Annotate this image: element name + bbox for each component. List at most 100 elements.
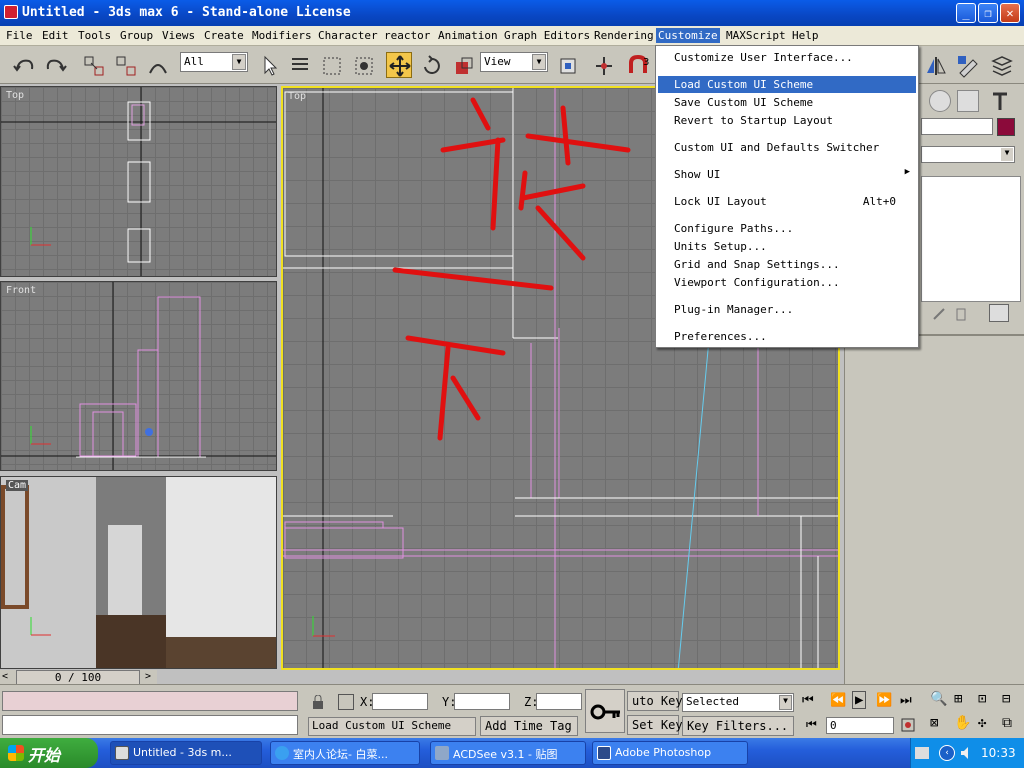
pivot-center-icon[interactable] xyxy=(554,52,580,78)
window-crossing-icon[interactable] xyxy=(350,52,376,78)
menu-tools[interactable]: Tools xyxy=(76,28,113,43)
select-object-icon[interactable] xyxy=(256,52,282,78)
modifier-list-dropdown[interactable]: ▼ xyxy=(921,146,1015,163)
viewport-front[interactable]: Front xyxy=(0,281,277,471)
add-time-tag-button[interactable]: Add Time Tag xyxy=(480,716,578,736)
unlink-selection-icon[interactable] xyxy=(112,52,138,78)
menu-customize[interactable]: Customize xyxy=(656,28,720,43)
key-mode-toggle-icon[interactable]: ⏮ xyxy=(806,717,817,732)
y-coord-field[interactable] xyxy=(454,693,510,710)
arc-rotate-icon[interactable]: ✣ xyxy=(978,715,986,731)
time-slider-prev-icon[interactable]: < xyxy=(2,671,8,682)
menu-modifiers[interactable]: Modifiers xyxy=(250,28,314,43)
viewport-label[interactable]: Cam xyxy=(6,480,29,491)
menu-maxscript[interactable]: MAXScript xyxy=(724,28,788,43)
maxscript-input[interactable] xyxy=(2,715,298,735)
pan-icon[interactable]: ✋ xyxy=(954,715,971,731)
menu-item-plugin-manager[interactable]: Plug-in Manager... xyxy=(658,301,916,318)
go-to-end-icon[interactable]: ⏭ xyxy=(900,693,912,708)
lock-selection-icon[interactable] xyxy=(312,694,324,709)
z-coord-field[interactable] xyxy=(536,693,582,710)
motion-tab-icon[interactable] xyxy=(929,90,951,112)
keyboard-icon[interactable] xyxy=(915,747,929,759)
set-key-icon[interactable] xyxy=(585,689,625,733)
zoom-icon[interactable]: 🔍 xyxy=(930,691,947,707)
reference-coordinate-dropdown[interactable]: View ▼ xyxy=(480,52,548,72)
go-to-start-icon[interactable]: ⏮ xyxy=(802,693,814,708)
mirror-icon[interactable] xyxy=(922,52,948,78)
select-and-link-icon[interactable] xyxy=(80,52,106,78)
time-slider-next-icon[interactable]: > xyxy=(145,671,151,682)
tray-expand-icon[interactable]: ‹ xyxy=(939,745,955,761)
remove-modifier-icon[interactable] xyxy=(953,306,969,322)
configure-modifier-sets-icon[interactable] xyxy=(989,304,1009,322)
task-browser[interactable]: 室内人论坛- 白菜... xyxy=(270,741,420,765)
minimize-button[interactable]: _ xyxy=(956,3,976,23)
viewport-camera[interactable]: Cam xyxy=(0,476,277,669)
current-frame-field[interactable]: 0 xyxy=(826,717,894,734)
key-filters-button[interactable]: Key Filters... xyxy=(682,716,794,736)
auto-key-button[interactable]: uto Key xyxy=(627,691,683,711)
play-icon[interactable]: ▶ xyxy=(852,691,867,709)
absolute-mode-icon[interactable] xyxy=(338,694,354,710)
restore-button[interactable]: ❐ xyxy=(978,3,998,23)
menu-help[interactable]: Help xyxy=(790,28,821,43)
menu-graph-editors[interactable]: Graph Editors xyxy=(502,28,592,43)
task-acdsee[interactable]: ACDSee v3.1 - 贴图 xyxy=(430,741,586,765)
menu-item-customize-user-interface[interactable]: Customize User Interface... xyxy=(658,49,916,66)
maximize-viewport-icon[interactable]: ⧉ xyxy=(1002,715,1012,731)
zoom-extents-icon[interactable]: ⊡ xyxy=(978,691,986,707)
menu-reactor[interactable]: reactor xyxy=(382,28,432,43)
select-by-name-icon[interactable] xyxy=(286,52,312,78)
select-and-manipulate-icon[interactable] xyxy=(590,52,616,78)
previous-frame-icon[interactable]: ⏪ xyxy=(830,693,846,708)
menu-item-load-custom-ui-scheme[interactable]: Load Custom UI Scheme xyxy=(658,76,916,93)
pin-stack-icon[interactable] xyxy=(931,306,947,322)
menu-item-lock-ui-layout[interactable]: Lock UI Layout Alt+0 xyxy=(658,193,916,210)
align-icon[interactable] xyxy=(954,52,980,78)
maxscript-listener-mini[interactable] xyxy=(2,691,298,711)
menu-file[interactable]: File xyxy=(4,28,35,43)
select-and-rotate-icon[interactable] xyxy=(418,52,444,78)
menu-item-grid-snap-settings[interactable]: Grid and Snap Settings... xyxy=(658,256,916,273)
layer-manager-icon[interactable] xyxy=(988,52,1014,78)
menu-item-configure-paths[interactable]: Configure Paths... xyxy=(658,220,916,237)
x-coord-field[interactable] xyxy=(372,693,428,710)
volume-icon[interactable] xyxy=(959,745,975,761)
rectangular-selection-icon[interactable] xyxy=(318,52,344,78)
object-name-field[interactable] xyxy=(921,118,993,135)
zoom-extents-all-icon[interactable]: ⊟ xyxy=(1002,691,1010,707)
utilities-tab-icon[interactable] xyxy=(989,90,1011,112)
zoom-all-icon[interactable]: ⊞ xyxy=(954,691,962,707)
app-icon[interactable] xyxy=(4,5,18,19)
menu-item-revert-to-startup-layout[interactable]: Revert to Startup Layout xyxy=(658,112,916,129)
close-button[interactable]: ✕ xyxy=(1000,3,1020,23)
display-tab-icon[interactable] xyxy=(957,90,979,112)
menu-character[interactable]: Character xyxy=(316,28,380,43)
object-color-swatch[interactable] xyxy=(997,118,1015,136)
menu-item-custom-ui-defaults-switcher[interactable]: Custom UI and Defaults Switcher xyxy=(658,139,916,156)
modifier-stack[interactable] xyxy=(921,176,1021,302)
redo-icon[interactable] xyxy=(42,52,68,78)
task-3dsmax[interactable]: Untitled - 3ds m... xyxy=(110,741,262,765)
task-photoshop[interactable]: Adobe Photoshop xyxy=(592,741,748,765)
menu-edit[interactable]: Edit xyxy=(40,28,71,43)
menu-group[interactable]: Group xyxy=(118,28,155,43)
time-slider-thumb[interactable]: 0 / 100 xyxy=(16,670,140,685)
menu-rendering[interactable]: Rendering xyxy=(592,28,656,43)
bind-to-space-warp-icon[interactable] xyxy=(144,52,170,78)
viewport-top-small[interactable]: Top xyxy=(0,86,277,277)
undo-icon[interactable] xyxy=(10,52,36,78)
menu-views[interactable]: Views xyxy=(160,28,197,43)
menu-item-viewport-configuration[interactable]: Viewport Configuration... xyxy=(658,274,916,291)
menu-item-save-custom-ui-scheme[interactable]: Save Custom UI Scheme xyxy=(658,94,916,111)
menu-item-show-ui[interactable]: Show UI ▶ xyxy=(658,166,916,183)
menu-item-preferences[interactable]: Preferences... xyxy=(658,328,916,345)
set-key-button[interactable]: Set Key xyxy=(627,715,683,735)
menu-animation[interactable]: Animation xyxy=(436,28,500,43)
select-and-move-icon[interactable] xyxy=(386,52,412,78)
next-frame-icon[interactable]: ⏩ xyxy=(876,693,892,708)
region-zoom-icon[interactable]: ⊠ xyxy=(930,715,938,731)
menu-item-units-setup[interactable]: Units Setup... xyxy=(658,238,916,255)
start-button[interactable]: 开始 xyxy=(0,738,98,768)
